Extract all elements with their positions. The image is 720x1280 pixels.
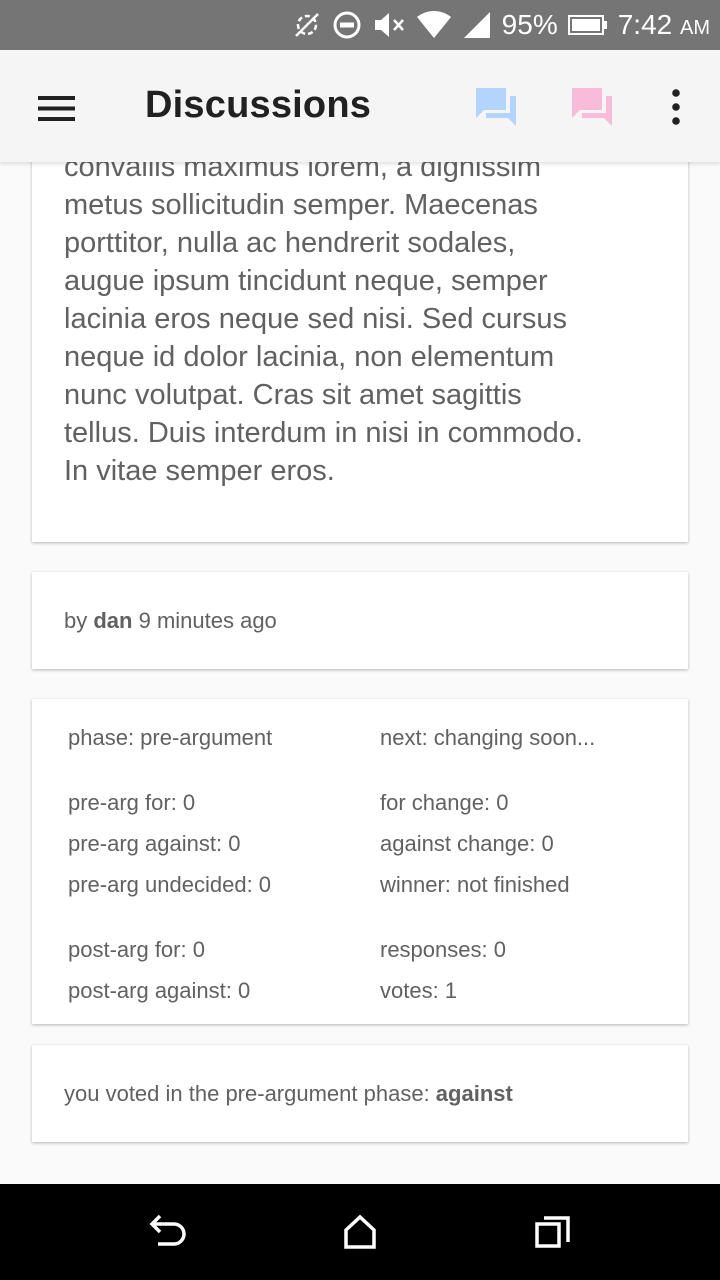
post-line: tellus. Duis interdum in nisi in commodo… xyxy=(64,417,583,449)
post-line: convallis maximus lorem, a dignissim xyxy=(64,162,542,183)
wifi-icon xyxy=(416,10,452,40)
post-time: 9 minutes ago xyxy=(132,608,277,633)
signal-icon xyxy=(462,10,492,40)
app-bar: Discussions xyxy=(0,50,720,162)
clock: 7:42 AM xyxy=(618,9,710,41)
stat-next: next: changing soon... xyxy=(380,725,596,750)
battery-percent: 95% xyxy=(501,9,558,40)
post-line: neque id dolor lacinia, non elementum xyxy=(64,341,555,373)
navigation-bar xyxy=(0,1184,720,1280)
overflow-menu-icon[interactable] xyxy=(668,88,684,131)
status-bar: 95% 7:42 AM xyxy=(0,0,720,50)
post-line: augue ipsum tincidunt neque, semper xyxy=(64,265,548,297)
vote-line: you voted in the pre-argument phase: aga… xyxy=(64,1081,513,1107)
author-card: by dan 9 minutes ago xyxy=(32,572,688,669)
vote-prefix: you voted in the pre-argument phase: xyxy=(64,1081,436,1106)
vote-card: you voted in the pre-argument phase: aga… xyxy=(32,1045,688,1142)
battery-icon xyxy=(567,13,608,37)
volume-mute-icon xyxy=(372,10,406,40)
post-body-text: convallis maximus lorem, a dignissim metu… xyxy=(64,162,664,490)
vote-choice: against xyxy=(435,1081,513,1106)
author-prefix: by xyxy=(64,608,94,633)
recents-icon[interactable] xyxy=(534,1214,572,1255)
stat-pre-arg-undecided: pre-arg undecided: 0 xyxy=(68,872,272,897)
clock-time: 7:42 xyxy=(617,9,673,40)
post-line: porttitor, nulla ac hendrerit sodales, xyxy=(64,227,516,259)
stat-votes: votes: 1 xyxy=(380,978,458,1003)
stat-post-arg-against: post-arg against: 0 xyxy=(68,978,251,1003)
discussion-content: convallis maximus lorem, a dignissim metu… xyxy=(0,162,720,1184)
stat-for-change: for change: 0 xyxy=(380,790,509,815)
back-icon[interactable] xyxy=(148,1214,188,1255)
chat-pink-icon[interactable] xyxy=(570,86,614,133)
stat-phase: phase: pre-argument xyxy=(68,725,273,750)
stat-post-arg-for: post-arg for: 0 xyxy=(68,937,205,962)
chat-blue-icon[interactable] xyxy=(474,86,518,133)
do-not-disturb-icon xyxy=(332,10,362,40)
post-line: In vitae semper eros. xyxy=(64,455,335,487)
post-line: lacinia eros neque sed nisi. Sed cursus xyxy=(64,303,567,335)
stat-against-change: against change: 0 xyxy=(380,831,554,856)
stat-pre-arg-for: pre-arg for: 0 xyxy=(68,790,196,815)
stat-winner: winner: not finished xyxy=(380,872,570,897)
no-sync-icon xyxy=(292,10,322,40)
stat-pre-arg-against: pre-arg against: 0 xyxy=(68,831,241,856)
page-title: Discussions xyxy=(145,84,372,126)
post-line: metus sollicitudin semper. Maecenas xyxy=(64,189,538,221)
home-icon[interactable] xyxy=(342,1214,378,1255)
post-body-card: convallis maximus lorem, a dignissim metu… xyxy=(32,162,688,542)
stats-card: phase: pre-argument next: changing soon.… xyxy=(32,699,688,1024)
author-line: by dan 9 minutes ago xyxy=(64,608,277,634)
clock-ampm: AM xyxy=(680,17,710,39)
menu-icon[interactable] xyxy=(38,96,76,127)
author-name[interactable]: dan xyxy=(93,608,132,633)
post-line: nunc volutpat. Cras sit amet sagittis xyxy=(64,379,522,411)
stat-responses: responses: 0 xyxy=(380,937,506,962)
